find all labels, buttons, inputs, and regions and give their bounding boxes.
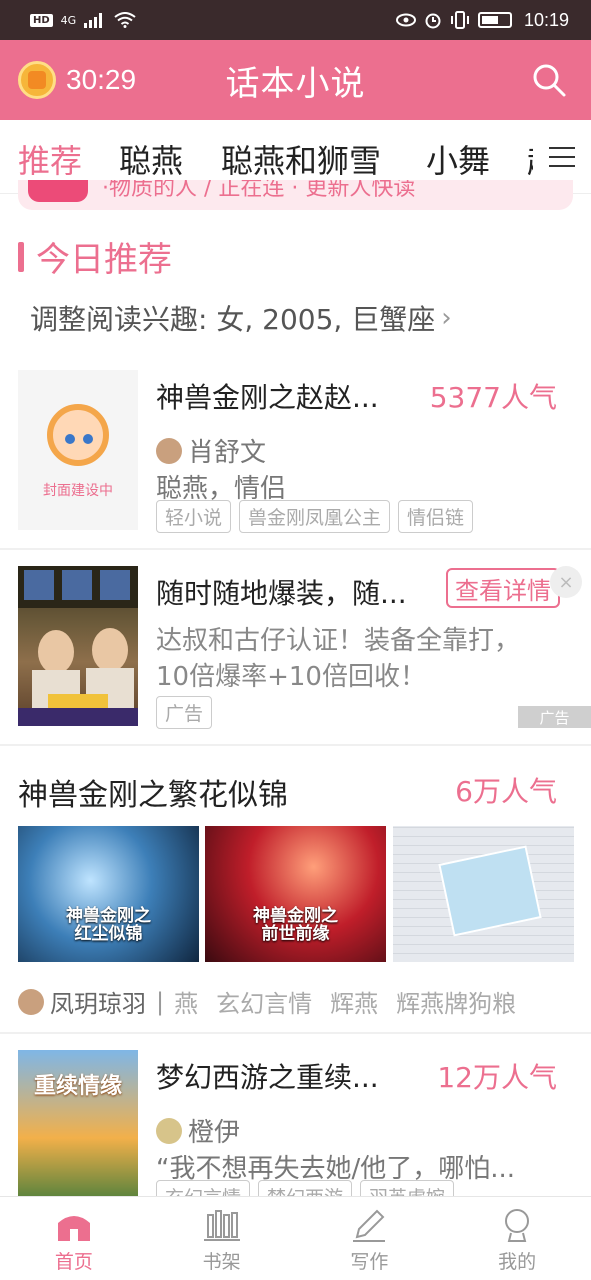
book-cover-1[interactable]: 神兽金刚之 红尘似锦 — [18, 826, 199, 962]
book-cover: 重续情缘 — [18, 1050, 138, 1210]
eye-icon — [395, 13, 416, 27]
nav-write[interactable]: 写作 — [296, 1197, 444, 1280]
nav-home[interactable]: 首页 — [0, 1197, 148, 1280]
ad-tags: 广告 — [156, 696, 213, 729]
timer-text: 30:29 — [66, 64, 137, 95]
signal-icon — [84, 13, 103, 28]
tag[interactable]: 燕 — [174, 984, 198, 1019]
separator: | — [156, 987, 165, 1016]
bookshelf-icon — [203, 1210, 240, 1241]
alarm-icon — [425, 13, 441, 29]
cover-caption: 神兽金刚之 前世前缘 — [253, 905, 338, 945]
home-icon — [57, 1216, 90, 1241]
avatar — [156, 437, 182, 464]
ad-cover-image — [18, 566, 138, 726]
status-bar: HD 4G 10:19 — [0, 0, 591, 40]
book-author: 橙伊 — [188, 1118, 241, 1148]
author-row: 肖舒文 — [156, 432, 266, 469]
tag[interactable]: 辉燕 — [330, 984, 378, 1019]
tag[interactable]: 辉燕牌狗粮 — [396, 984, 516, 1019]
nav-label: 首页 — [54, 1251, 93, 1273]
section-header: 今日推荐 — [18, 232, 172, 281]
book-cover-3[interactable] — [393, 826, 574, 962]
book-meta: 凤玥琼羽 | 燕 玄幻言情 辉燕 辉燕牌狗粮 — [18, 984, 534, 1019]
nav-label: 我的 — [498, 1251, 537, 1273]
search-icon[interactable] — [531, 62, 567, 98]
author-row: 橙伊 — [156, 1112, 240, 1149]
pen-icon — [353, 1209, 386, 1242]
coin-timer-icon — [18, 61, 56, 99]
profile-icon — [505, 1209, 530, 1242]
hd-badge: HD — [30, 13, 53, 27]
tab-congyan-shixue[interactable]: 聪燕和狮雪 — [221, 136, 381, 182]
cover-caption: 重续情缘 — [33, 1074, 122, 1099]
ad-tag: 广告 — [156, 696, 213, 729]
avatar — [18, 988, 44, 1015]
book-popularity: 12万人气 — [437, 1061, 557, 1094]
tab-congyan[interactable]: 聪燕 — [119, 136, 183, 182]
app-root: HD 4G 10:19 30:29 话本小说 推荐 聪燕 聪燕和狮雪 小舞 ·物… — [0, 0, 591, 1280]
app-bar: 30:29 话本小说 — [0, 40, 591, 120]
book-author: 凤玥琼羽 — [50, 990, 146, 1018]
battery-icon — [477, 12, 512, 28]
book-author: 肖舒文 — [188, 438, 267, 468]
ad-desc-line2: 10倍爆率+10倍回收！ — [156, 662, 426, 692]
cover-label: 封面建设中 — [43, 483, 113, 499]
divider — [0, 744, 591, 746]
clock: 10:19 — [523, 9, 569, 30]
wifi-icon — [114, 12, 136, 28]
ad-badge: 广告 — [518, 706, 591, 728]
nav-profile[interactable]: 我的 — [443, 1197, 591, 1280]
ad-title: 随时随地爆装，随... — [156, 577, 407, 610]
divider — [0, 548, 591, 550]
view-details-button[interactable]: 查看详情 — [446, 568, 560, 608]
book-cover-2[interactable]: 神兽金刚之 前世前缘 — [205, 826, 386, 962]
status-left: HD 4G — [30, 12, 136, 28]
avatar — [156, 1117, 182, 1144]
book-title: 梦幻西游之重续... — [156, 1061, 379, 1094]
nav-bookshelf[interactable]: 书架 — [148, 1197, 296, 1280]
section-title: 今日推荐 — [36, 240, 172, 280]
tag[interactable]: 兽金刚凤凰公主 — [239, 500, 391, 533]
nav-label: 书架 — [202, 1251, 241, 1273]
book-popularity: 6万人气 — [455, 775, 557, 808]
chevron-right-icon: › — [441, 303, 452, 333]
ad-illustration — [18, 566, 138, 726]
ad-badge-label: 广告 — [539, 708, 570, 727]
interest-label: 调整阅读兴趣: 女, 2005, 巨蟹座 — [30, 303, 436, 336]
tag[interactable]: 玄幻言情 — [216, 984, 312, 1019]
banner-pill — [28, 180, 88, 202]
book-tags: 轻小说 兽金刚凤凰公主 情侣链 — [156, 500, 474, 533]
reading-timer[interactable]: 30:29 — [18, 61, 136, 99]
book-cover-placeholder: 封面建设中 — [18, 370, 138, 530]
banner-text: ·物质的人 / 正在连 · 更新人快读 — [102, 180, 416, 201]
book-popularity: 5377人气 — [429, 381, 557, 414]
nav-label: 写作 — [350, 1251, 389, 1273]
tab-recommend[interactable]: 推荐 — [18, 136, 82, 182]
section-accent-bar — [18, 241, 24, 272]
tab-xiaowu[interactable]: 小舞 — [426, 136, 490, 182]
close-icon[interactable]: × — [550, 566, 582, 598]
anime-girl-icon — [47, 404, 109, 466]
ad-desc-line1: 达叔和古仔认证！装备全靠打， — [156, 626, 521, 656]
adjust-interest-link[interactable]: 调整阅读兴趣: 女, 2005, 巨蟹座 › — [30, 298, 452, 338]
divider — [0, 1032, 591, 1034]
tag[interactable]: 情侣链 — [398, 500, 474, 533]
status-right: 10:19 — [395, 9, 569, 31]
tag[interactable]: 轻小说 — [156, 500, 232, 533]
book-title: 神兽金刚之繁花似锦 — [18, 778, 288, 813]
sketch-card — [438, 845, 542, 937]
cover-caption: 神兽金刚之 红尘似锦 — [66, 905, 151, 945]
book-title: 神兽金刚之赵赵... — [156, 381, 379, 414]
vibrate-icon — [450, 11, 469, 29]
bottom-nav: 首页 书架 写作 我的 — [0, 1196, 591, 1280]
network-type: 4G — [60, 13, 77, 27]
banner-peek[interactable]: ·物质的人 / 正在连 · 更新人快读 — [18, 180, 573, 210]
